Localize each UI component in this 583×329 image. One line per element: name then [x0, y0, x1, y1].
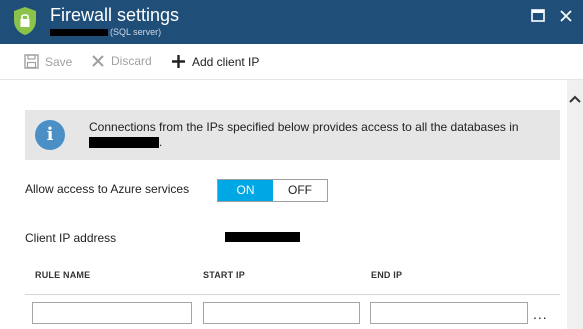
redacted-server-name — [50, 29, 108, 37]
header-divider — [25, 294, 560, 295]
add-client-ip-button[interactable]: Add client IP — [171, 54, 259, 69]
more-options-button[interactable]: ... — [533, 306, 548, 322]
save-button[interactable]: Save — [24, 54, 72, 69]
close-icon[interactable] — [558, 8, 574, 24]
info-banner: i Connections from the IPs specified bel… — [25, 110, 560, 160]
info-icon: i — [35, 120, 65, 150]
page-title: Firewall settings — [50, 5, 180, 25]
shield-lock-icon — [14, 7, 36, 35]
client-ip-label: Client IP address — [25, 231, 117, 245]
toggle-on-option[interactable]: ON — [218, 180, 273, 201]
blade-header: Firewall settings (SQL server) — [0, 0, 583, 44]
rule-name-input[interactable] — [32, 302, 192, 324]
start-ip-input[interactable] — [203, 302, 360, 324]
discard-label: Discard — [111, 54, 152, 68]
vertical-scrollbar[interactable] — [567, 80, 583, 329]
save-icon — [24, 54, 39, 69]
azure-access-toggle[interactable]: ON OFF — [217, 179, 328, 202]
save-label: Save — [45, 54, 73, 69]
info-message: Connections from the IPs specified below… — [89, 120, 549, 150]
maximize-icon[interactable] — [530, 8, 546, 24]
info-text: Connections from the IPs specified below… — [89, 120, 519, 134]
column-header-end-ip: END IP — [371, 270, 403, 280]
info-trailing: . — [159, 135, 163, 149]
discard-button[interactable]: Discard — [91, 54, 152, 68]
redacted-server — [89, 137, 159, 149]
server-subtitle: (SQL server) — [50, 27, 161, 37]
redacted-client-ip — [225, 232, 300, 242]
column-header-rule-name: RULE NAME — [35, 270, 91, 280]
column-header-start-ip: START IP — [203, 270, 245, 280]
subtitle-suffix: (SQL server) — [110, 27, 162, 37]
chevron-up-icon[interactable] — [569, 94, 581, 104]
toggle-off-option[interactable]: OFF — [273, 180, 327, 201]
plus-icon — [172, 55, 185, 68]
azure-access-label: Allow access to Azure services — [25, 182, 190, 196]
discard-icon — [92, 55, 104, 67]
command-bar: Save Discard Add client IP — [0, 44, 583, 80]
add-client-ip-label: Add client IP — [192, 54, 260, 69]
end-ip-input[interactable] — [370, 302, 528, 324]
